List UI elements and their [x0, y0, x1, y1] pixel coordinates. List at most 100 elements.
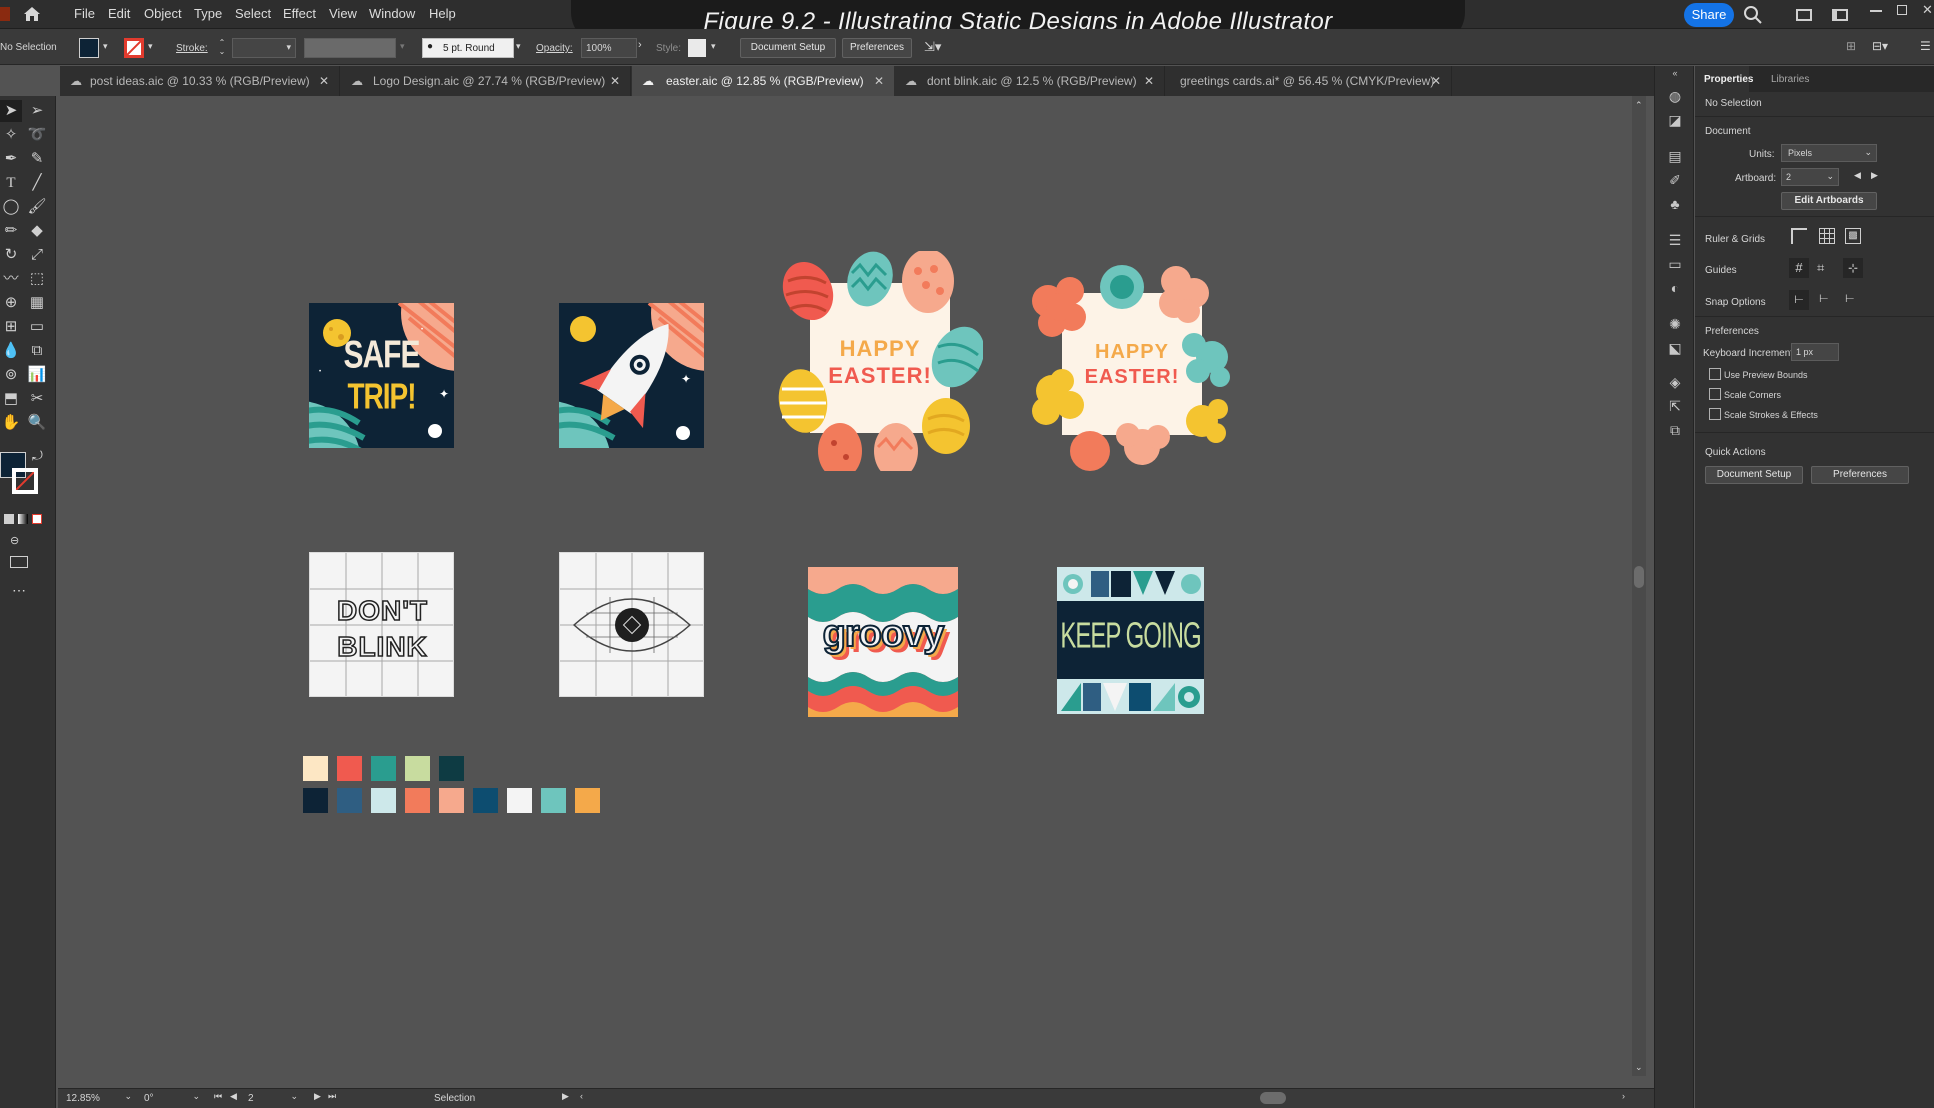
color-swatch[interactable]: [507, 788, 532, 813]
graphic-styles-icon[interactable]: ⬕: [1665, 340, 1685, 358]
edit-artboards-button[interactable]: Edit Artboards: [1781, 192, 1877, 210]
vertical-scroll-thumb[interactable]: [1634, 566, 1644, 588]
preferences-button[interactable]: Preferences: [1811, 466, 1909, 484]
stroke-weight-stepper[interactable]: ⌃ ⌄: [216, 38, 228, 58]
perspective-grid-icon[interactable]: ▦: [26, 292, 48, 314]
stroke-color-icon[interactable]: [12, 468, 38, 494]
hand-tool-icon[interactable]: ✋: [0, 412, 22, 434]
scroll-left-icon[interactable]: ‹: [580, 1091, 583, 1101]
first-artboard-icon[interactable]: ⏮: [214, 1091, 222, 1102]
workspace-icon[interactable]: [1796, 9, 1812, 21]
symbol-sprayer-icon[interactable]: ⊚: [0, 364, 22, 386]
brush-dropdown-icon[interactable]: ▾: [516, 41, 521, 52]
menu-type[interactable]: Type: [194, 6, 222, 21]
line-tool-icon[interactable]: ╱: [26, 172, 48, 194]
color-swatch[interactable]: [439, 788, 464, 813]
lock-guides-icon[interactable]: ⌗: [1817, 260, 1824, 276]
opacity-field[interactable]: 100%: [581, 38, 637, 58]
arrange-icon[interactable]: [1832, 9, 1848, 21]
scale-tool-icon[interactable]: ⤢: [26, 244, 48, 266]
close-tab-icon[interactable]: ✕: [610, 66, 620, 96]
ellipse-tool-icon[interactable]: ◯: [0, 196, 22, 218]
artboard-tool-icon[interactable]: ⬒: [0, 388, 22, 410]
status-menu-icon[interactable]: ▶: [562, 1091, 569, 1102]
menu-effect[interactable]: Effect: [283, 6, 316, 21]
magic-wand-icon[interactable]: ✧: [0, 124, 22, 146]
transparency-panel-icon[interactable]: ◐: [1665, 280, 1685, 298]
pen-tool-icon[interactable]: ✒: [0, 148, 22, 170]
align-icon[interactable]: ⊞: [1846, 39, 1856, 53]
stroke-dropdown-icon[interactable]: ▾: [148, 41, 153, 52]
zoom-field[interactable]: 12.85% ⌄: [62, 1091, 134, 1106]
layers-panel-icon[interactable]: ◈: [1665, 374, 1685, 392]
show-guides-icon[interactable]: #: [1789, 258, 1809, 278]
style-swatch[interactable]: [688, 39, 706, 57]
color-swatch[interactable]: [439, 756, 464, 781]
preferences-button[interactable]: Preferences: [842, 38, 912, 58]
menu-view[interactable]: View: [329, 6, 357, 21]
search-icon[interactable]: [1743, 5, 1763, 25]
opacity-arrow-icon[interactable]: ›: [638, 39, 642, 51]
stroke-weight-field[interactable]: ▾: [232, 38, 296, 58]
panel-menu-icon[interactable]: ☰: [1920, 39, 1931, 53]
slice-tool-icon[interactable]: ✂: [26, 388, 48, 410]
prev-artboard-icon[interactable]: ◀: [1854, 170, 1861, 181]
artboard-easter-flowers[interactable]: HAPPY EASTER!: [1024, 261, 1234, 471]
rulers-icon[interactable]: [1791, 228, 1807, 244]
color-swatch[interactable]: [575, 788, 600, 813]
color-swatch[interactable]: [303, 788, 328, 813]
direct-selection-tool-icon[interactable]: ➢: [26, 100, 48, 122]
color-swatch[interactable]: [405, 756, 430, 781]
prev-artboard-icon[interactable]: ◀: [230, 1091, 237, 1102]
fill-dropdown-icon[interactable]: ▾: [103, 41, 108, 52]
artboard-eye[interactable]: [559, 552, 704, 697]
artboard-groovy[interactable]: groovy: [808, 567, 958, 717]
close-tab-icon[interactable]: ✕: [319, 66, 329, 96]
warp-tool-icon[interactable]: 〰: [0, 268, 22, 290]
menu-file[interactable]: File: [74, 6, 95, 21]
tab-dont-blink[interactable]: ☁ dont blink.aic @ 12.5 % (RGB/Preview) …: [895, 66, 1165, 96]
color-swatch[interactable]: [405, 788, 430, 813]
color-mode-icon[interactable]: [4, 514, 14, 524]
snap-to-pixel-icon[interactable]: ⊢: [1845, 292, 1855, 305]
use-preview-bounds-checkbox[interactable]: [1709, 368, 1721, 380]
close-icon[interactable]: ✕: [1922, 2, 1933, 18]
scroll-up-icon[interactable]: ⌃: [1635, 100, 1643, 111]
transparency-grid-icon[interactable]: ▩: [1845, 228, 1861, 244]
menu-window[interactable]: Window: [369, 6, 415, 21]
menu-help[interactable]: Help: [429, 6, 456, 21]
gradient-tool-icon[interactable]: ▭: [26, 316, 48, 338]
next-artboard-icon[interactable]: ▶: [1871, 170, 1878, 181]
close-tab-icon[interactable]: ✕: [1431, 66, 1441, 96]
paintbrush-icon[interactable]: 🖌: [26, 196, 48, 218]
type-tool-icon[interactable]: T: [0, 172, 22, 194]
color-swatch[interactable]: [541, 788, 566, 813]
next-artboard-icon[interactable]: ▶: [314, 1091, 321, 1102]
smart-guides-icon[interactable]: ⊹: [1843, 258, 1863, 278]
artboard-number-field[interactable]: 2 ⌄: [244, 1091, 298, 1106]
document-setup-button[interactable]: Document Setup: [1705, 466, 1803, 484]
menu-edit[interactable]: Edit: [108, 6, 130, 21]
vertical-scrollbar[interactable]: ⌃ ⌄: [1632, 96, 1646, 1076]
stroke-panel-icon[interactable]: ☰: [1665, 232, 1685, 250]
color-panel-icon[interactable]: ◍: [1665, 88, 1685, 106]
screen-mode-icon[interactable]: [10, 556, 28, 568]
variable-width-field[interactable]: [304, 38, 396, 58]
rotate-tool-icon[interactable]: ↻: [0, 244, 22, 266]
brushes-panel-icon[interactable]: ✐: [1665, 172, 1685, 190]
restore-icon[interactable]: [1897, 5, 1907, 15]
minimize-icon[interactable]: [1870, 10, 1882, 12]
artboard-field[interactable]: 2 ⌄: [1781, 168, 1839, 186]
more-tools-icon[interactable]: ⋯: [12, 582, 26, 599]
share-button[interactable]: Share: [1684, 3, 1734, 27]
color-swatch[interactable]: [371, 756, 396, 781]
units-dropdown[interactable]: Pixels ⌄: [1781, 144, 1877, 162]
zoom-tool-icon[interactable]: 🔍: [26, 412, 48, 434]
scroll-right-icon[interactable]: ›: [1622, 1091, 1625, 1101]
menu-select[interactable]: Select: [235, 6, 271, 21]
symbols-panel-icon[interactable]: ♣: [1665, 196, 1685, 214]
eyedropper-icon[interactable]: 💧: [0, 340, 22, 362]
keyboard-increment-field[interactable]: 1 px: [1791, 343, 1839, 361]
width-profile-dropdown-icon[interactable]: ▾: [400, 41, 405, 52]
artboard-easter-eggs[interactable]: HAPPY EASTER!: [778, 251, 983, 471]
